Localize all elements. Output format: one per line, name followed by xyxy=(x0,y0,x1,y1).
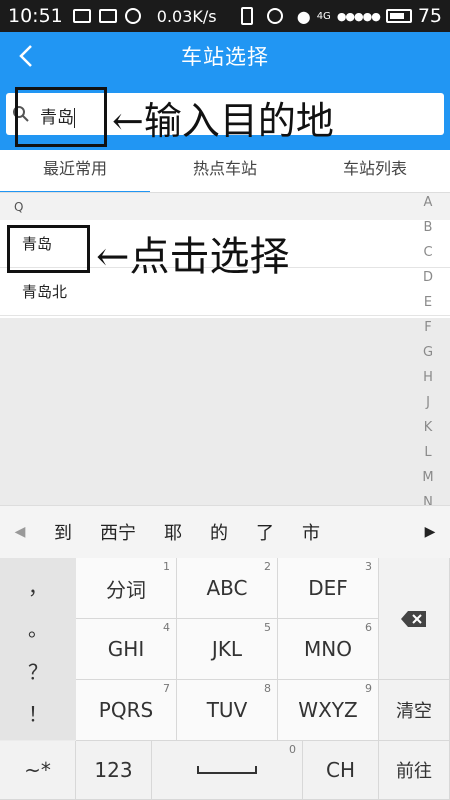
punct-key-question[interactable]: ？ xyxy=(28,656,48,685)
index-letter[interactable]: H xyxy=(423,365,433,390)
numbers-key[interactable]: 123 xyxy=(76,741,152,800)
keyboard-icon xyxy=(72,9,91,23)
paw-icon: ● xyxy=(296,6,311,26)
index-letter[interactable]: B xyxy=(424,215,433,240)
key-mno[interactable]: MNO 6 xyxy=(278,619,379,680)
annotation-box-input xyxy=(15,87,107,147)
index-letter[interactable]: G xyxy=(423,340,433,365)
index-letter[interactable]: D xyxy=(423,265,433,290)
punct-key-exclaim[interactable]: ！ xyxy=(28,698,48,727)
backspace-button[interactable] xyxy=(379,558,450,680)
signal-icon: ●●●●● xyxy=(336,9,381,23)
chevron-left-icon xyxy=(19,45,32,67)
key-jkl[interactable]: JKL 5 xyxy=(177,619,278,680)
status-time: 10:51 xyxy=(8,5,63,27)
ime-candidate-bar: ◀ 到 西宁 耶 的 了 市 ▶ xyxy=(0,505,450,558)
candidate-word[interactable]: 的 xyxy=(210,519,228,545)
key-abc[interactable]: ABC 2 xyxy=(177,558,278,619)
index-letter[interactable]: M xyxy=(422,465,433,490)
key-segment[interactable]: 分词 1 xyxy=(76,558,177,619)
candidate-list: 到 西宁 耶 的 了 市 xyxy=(40,519,410,545)
tab-recent[interactable]: 最近常用 xyxy=(0,150,150,194)
vibrate-icon xyxy=(240,7,253,25)
alphabet-index[interactable]: A B C D E F G H J K L M N xyxy=(420,190,436,515)
network-type: 4G xyxy=(316,10,331,22)
backspace-icon xyxy=(401,610,426,627)
index-letter[interactable]: K xyxy=(424,415,433,440)
alarm-icon xyxy=(266,8,283,24)
key-pqrs[interactable]: PQRS 7 xyxy=(76,680,177,741)
tab-station-list[interactable]: 车站列表 xyxy=(300,150,450,192)
candidate-word[interactable]: 了 xyxy=(256,519,274,545)
index-letter[interactable]: A xyxy=(424,190,433,215)
qq-icon xyxy=(124,8,141,24)
index-letter[interactable]: F xyxy=(424,315,431,340)
title-bar: 车站选择 xyxy=(0,32,450,80)
status-bar: 10:51 0.03K/s ● 4G ●●●●● 75 xyxy=(0,0,450,32)
index-letter[interactable]: J xyxy=(426,390,430,415)
key-wxyz[interactable]: WXYZ 9 xyxy=(278,680,379,741)
punctuation-column: ， 。 ？ ！ xyxy=(0,558,76,740)
page-title: 车站选择 xyxy=(181,45,269,69)
symbols-key[interactable]: ~* xyxy=(0,741,76,800)
index-letter[interactable]: L xyxy=(424,440,431,465)
battery-level: 75 xyxy=(417,5,442,27)
tab-bar: 最近常用 热点车站 车站列表 xyxy=(0,150,450,194)
candidate-prev-icon[interactable]: ◀ xyxy=(0,524,40,540)
key-def[interactable]: DEF 3 xyxy=(278,558,379,619)
language-key[interactable]: CH xyxy=(303,741,379,800)
key-tuv[interactable]: TUV 8 xyxy=(177,680,278,741)
candidate-word[interactable]: 市 xyxy=(302,519,320,545)
index-letter[interactable]: C xyxy=(423,240,432,265)
battery-icon xyxy=(385,9,412,23)
section-header: Q xyxy=(0,192,450,220)
space-key[interactable]: 0 xyxy=(152,741,303,800)
key-ghi[interactable]: GHI 4 xyxy=(76,619,177,680)
clear-button[interactable]: 清空 xyxy=(379,680,450,741)
annotation-input-hint: ←输入目的地 xyxy=(112,99,334,143)
candidate-next-icon[interactable]: ▶ xyxy=(410,524,450,540)
candidate-word[interactable]: 耶 xyxy=(164,519,182,545)
space-icon xyxy=(197,766,257,774)
go-button[interactable]: 前往 xyxy=(379,741,450,800)
net-speed: 0.03K/s xyxy=(156,6,217,26)
punct-key-comma[interactable]: ， xyxy=(28,571,48,600)
punct-key-period[interactable]: 。 xyxy=(28,613,48,642)
candidate-word[interactable]: 到 xyxy=(54,519,72,545)
candidate-word[interactable]: 西宁 xyxy=(100,519,136,545)
back-button[interactable] xyxy=(8,38,44,74)
index-letter[interactable]: E xyxy=(424,290,432,315)
annotation-select-hint: ←点击选择 xyxy=(96,234,290,280)
ime-keyboard: ， 。 ？ ！ 分词 1 ABC 2 DEF 3 GHI 4 JKL 5 MNO 6 PQR… xyxy=(0,558,450,800)
image-icon xyxy=(98,9,117,23)
tab-hot-stations[interactable]: 热点车站 xyxy=(150,150,300,192)
annotation-box-select xyxy=(7,225,90,273)
